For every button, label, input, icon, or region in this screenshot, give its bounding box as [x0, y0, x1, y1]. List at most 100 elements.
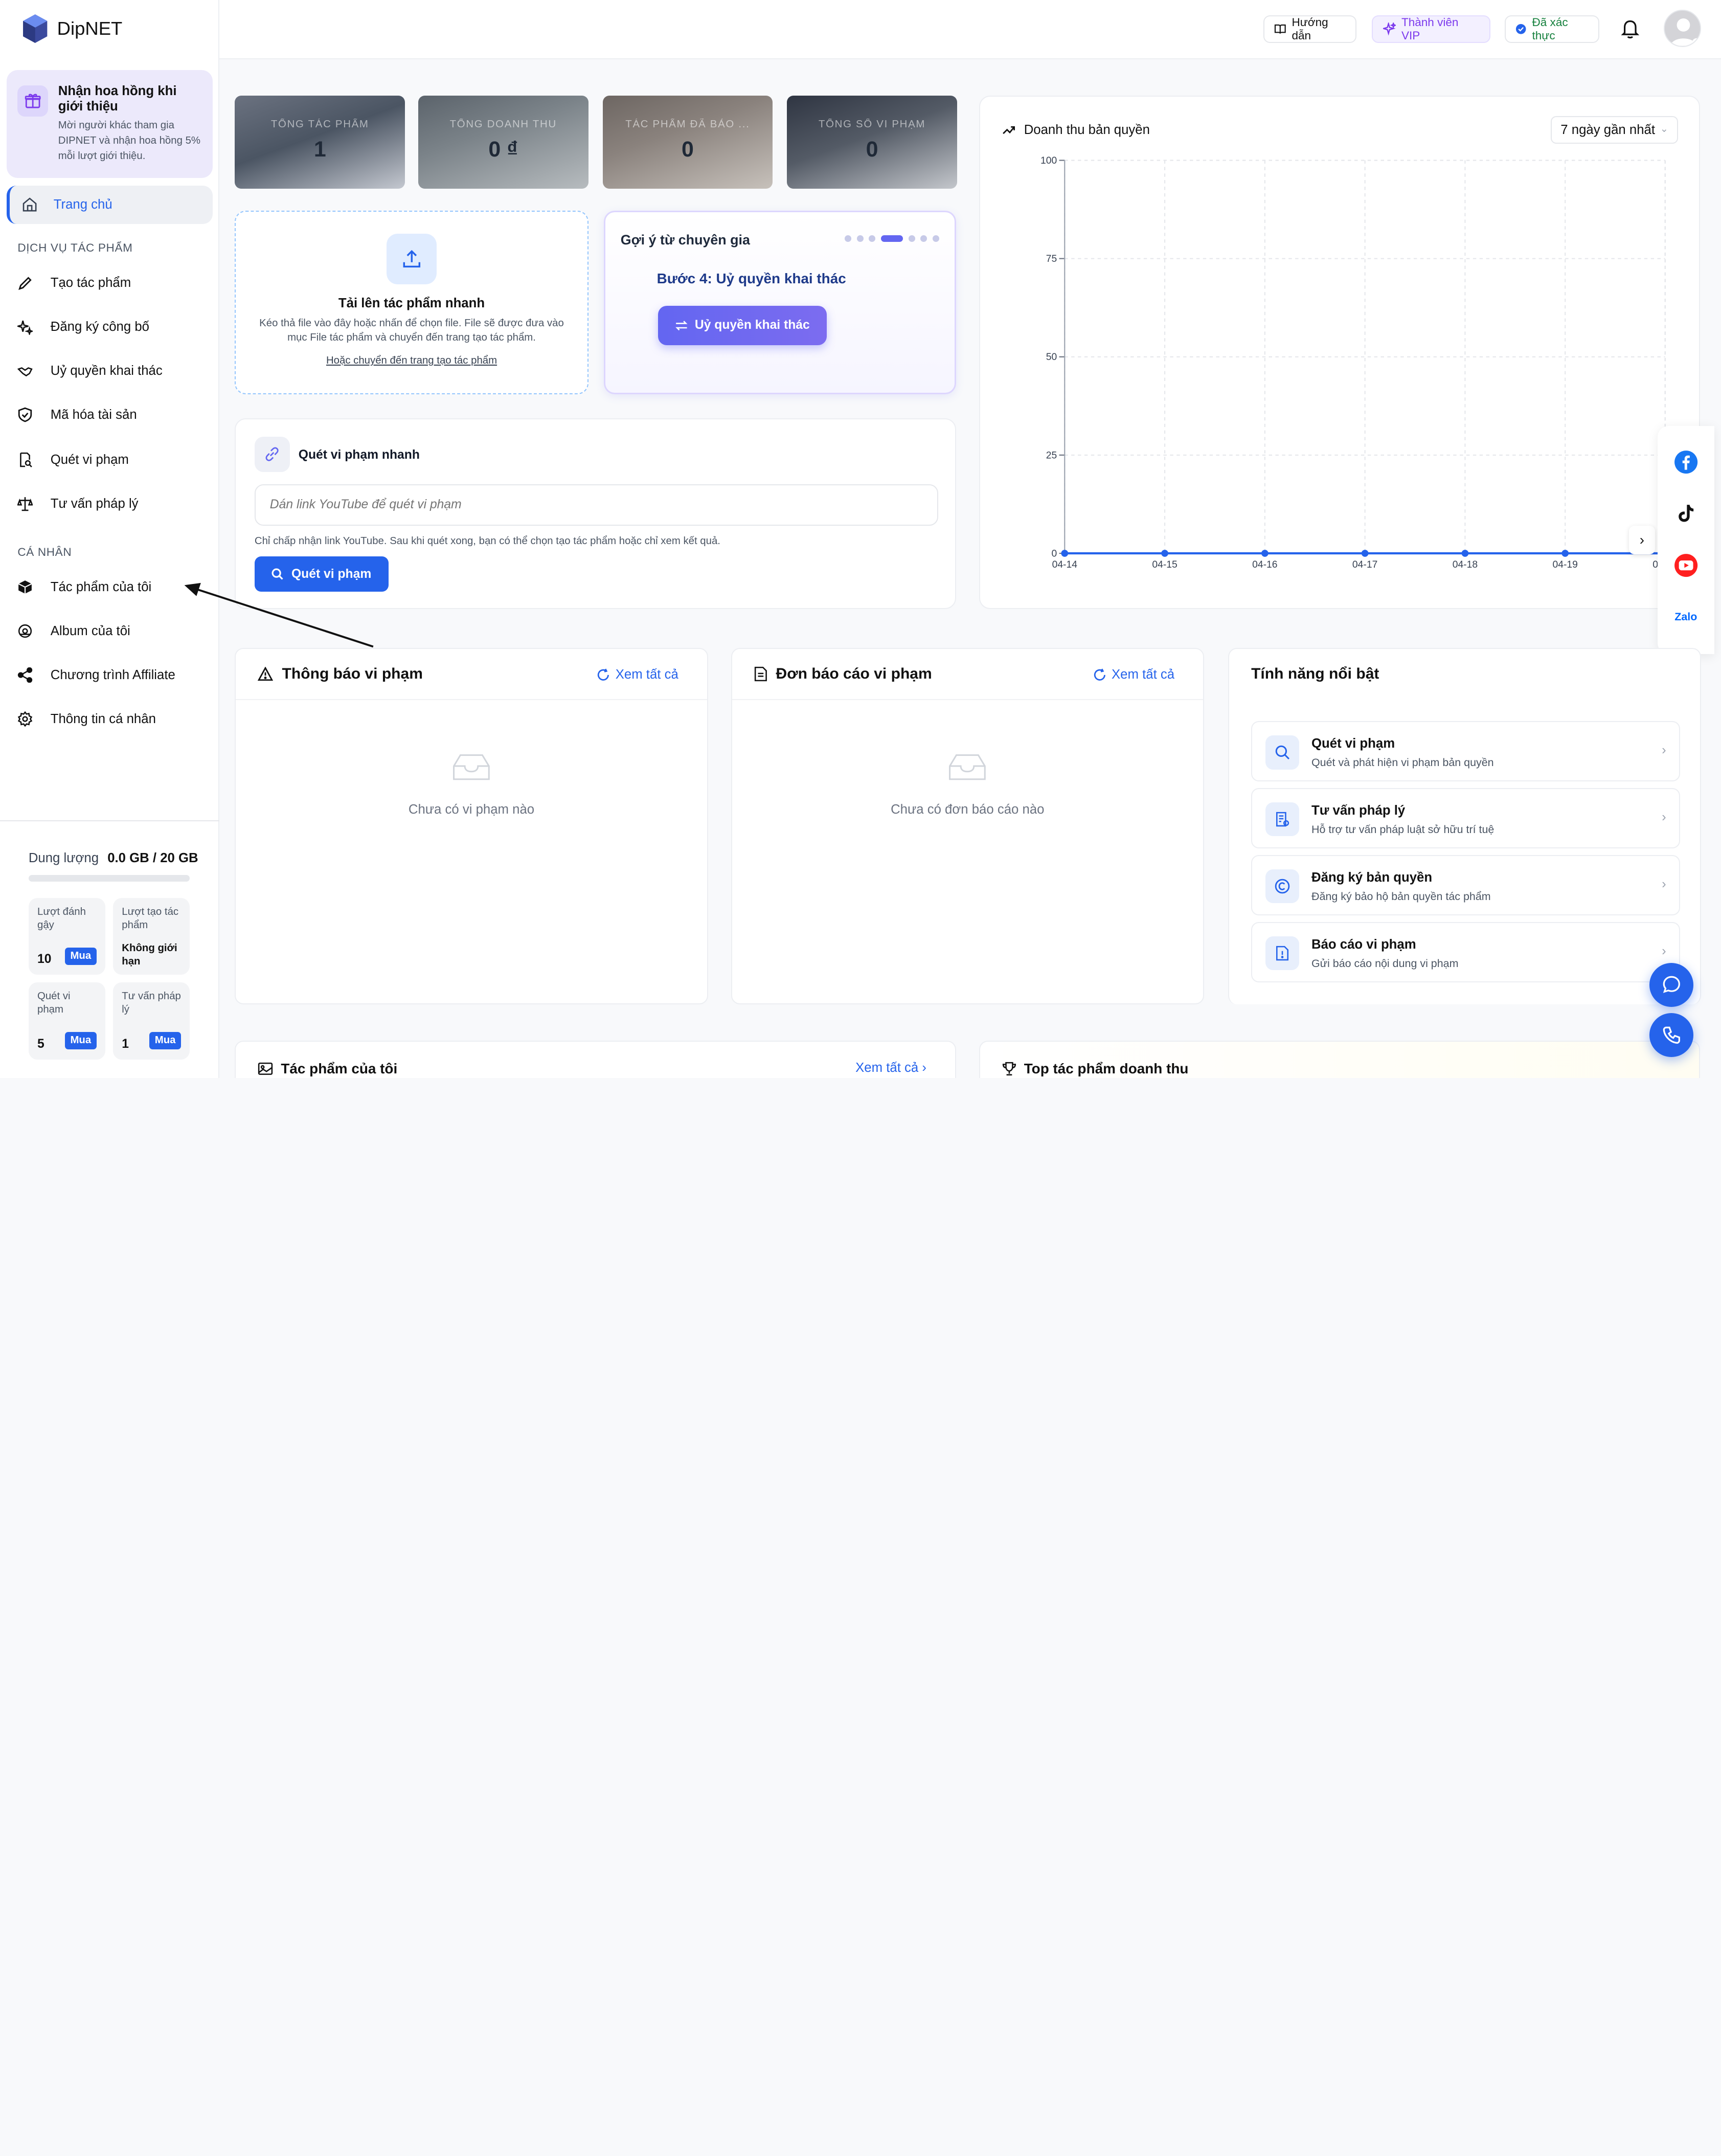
carousel-dot[interactable]: [856, 235, 864, 242]
feature-desc: Quét và phát hiện vi phạm bản quyền: [1311, 756, 1494, 769]
carousel-dot[interactable]: [920, 235, 927, 242]
verified-badge[interactable]: Đã xác thực: [1505, 15, 1599, 43]
sidebar-item-tokenize[interactable]: Mã hóa tài sản: [17, 407, 137, 422]
feature-desc: Gửi báo cáo nội dung vi phạm: [1311, 957, 1459, 970]
quick-scan-panel: Quét vi phạm nhanh Chỉ chấp nhận link Yo…: [235, 418, 956, 610]
my-works-see-all-link[interactable]: Xem tất cả ›: [855, 1061, 926, 1075]
user-avatar[interactable]: [1664, 10, 1702, 48]
violations-header: Thông báo vi phạm: [258, 665, 423, 683]
promo-description: Mời người khác tham gia DIPNET và nhận h…: [58, 119, 201, 162]
empty-inbox-icon: [949, 754, 986, 780]
feature-item-scan[interactable]: Quét vi phạm Quét và phát hiện vi phạm b…: [1251, 721, 1681, 782]
x-tick-label: 04-18: [1453, 559, 1478, 570]
logo[interactable]: DipNET: [22, 13, 122, 44]
trophy-icon: [1002, 1062, 1016, 1075]
sidebar-item-create-work[interactable]: Tạo tác phẩm: [17, 276, 131, 291]
carousel-dot[interactable]: [932, 235, 939, 242]
sidebar-item-label: Tác phẩm của tôi: [50, 579, 152, 594]
feature-desc: Hỗ trợ tư vấn pháp luật sở hữu trí tuệ: [1311, 823, 1494, 836]
top-works-card: Top tác phẩm doanh thu: [979, 1041, 1701, 1079]
revenue-chart-card: Doanh thu bản quyền 7 ngày gần nhất ⌄ 02…: [979, 95, 1701, 610]
copyright-icon: [1265, 869, 1300, 904]
youtube-icon[interactable]: [1674, 553, 1698, 577]
section-title-personal: CÁ NHÂN: [17, 545, 72, 558]
section-title-services: DỊCH VỤ TÁC PHẨM: [17, 241, 133, 255]
buy-legal-button[interactable]: Mua: [149, 1031, 182, 1050]
scan-button[interactable]: Quét vi phạm: [254, 556, 389, 592]
zalo-icon[interactable]: Zalo: [1674, 605, 1698, 629]
sidebar-item-album[interactable]: Album của tôi: [17, 623, 130, 639]
data-point: [1461, 549, 1469, 557]
feature-item-report[interactable]: Báo cáo vi phạm Gửi báo cáo nội dung vi …: [1251, 922, 1681, 983]
sidebar-item-my-works[interactable]: Tác phẩm của tôi: [17, 579, 151, 595]
quota-card-strikes: Lượt đánh gậy 10 Mua: [28, 898, 106, 975]
tiktok-icon[interactable]: [1674, 502, 1698, 526]
buy-scans-button[interactable]: Mua: [64, 1031, 97, 1050]
scan-title: Quét vi phạm nhanh: [298, 447, 420, 462]
violations-see-all-link[interactable]: Xem tất cả: [597, 667, 678, 682]
sidebar-item-register[interactable]: Đăng ký công bố: [17, 320, 149, 335]
sidebar-item-label: Tạo tác phẩm: [50, 276, 131, 290]
authorize-button-label: Uỷ quyền khai thác: [694, 318, 810, 332]
sidebar-item-legal[interactable]: Tư vấn pháp lý: [17, 496, 139, 511]
social-float-bar: Zalo: [1657, 425, 1715, 655]
book-icon: [1275, 24, 1286, 34]
search-icon: [1265, 735, 1300, 770]
stat-value: 1: [313, 137, 326, 162]
feature-item-legal[interactable]: Tư vấn pháp lý Hỗ trợ tư vấn pháp luật s…: [1251, 788, 1681, 849]
sidebar-item-profile[interactable]: Thông tin cá nhân: [17, 711, 156, 727]
feature-title: Báo cáo vi phạm: [1311, 937, 1416, 952]
x-tick-label: 04-16: [1252, 559, 1277, 570]
reports-see-all-link[interactable]: Xem tất cả: [1093, 667, 1174, 682]
stat-label: TÁC PHẨM ĐÃ BẢO ...: [625, 118, 750, 130]
balance-icon: [17, 496, 33, 511]
youtube-link-input[interactable]: [254, 484, 939, 526]
carousel-dot[interactable]: [869, 235, 876, 242]
referral-promo[interactable]: Nhận hoa hồng khi giới thiệu Mời người k…: [6, 70, 213, 178]
sidebar-item-authorize[interactable]: Uỷ quyền khai thác: [17, 364, 163, 379]
chat-button[interactable]: [1649, 962, 1694, 1007]
legal-document-icon: [1265, 802, 1300, 837]
sidebar-item-label: Tư vấn pháp lý: [50, 496, 139, 511]
authorize-button[interactable]: Uỷ quyền khai thác: [658, 305, 827, 345]
scan-button-label: Quét vi phạm: [291, 567, 372, 581]
vip-button[interactable]: Thành viên VIP: [1372, 15, 1491, 43]
stat-card-total-violations: TỔNG SỐ VI PHẠM 0: [787, 95, 957, 189]
stat-value: 0: [866, 137, 878, 162]
data-point: [1361, 549, 1369, 557]
quick-upload-dropzone[interactable]: Tải lên tác phẩm nhanh Kéo thả file vào …: [235, 211, 588, 394]
expert-tips-card: Gợi ý từ chuyên gia Bước 4: Uỷ quyền kha…: [603, 211, 956, 394]
notification-bell-icon[interactable]: [1620, 17, 1640, 44]
guide-button[interactable]: Hướng dẫn: [1263, 15, 1357, 43]
app-name: DipNET: [57, 17, 123, 39]
carousel-dot-active[interactable]: [881, 235, 903, 242]
sidebar-item-affiliate[interactable]: Chương trình Affiliate: [17, 667, 175, 683]
facebook-icon[interactable]: [1674, 450, 1698, 474]
carousel-dot[interactable]: [845, 235, 852, 242]
y-tick-label: 75: [1046, 254, 1057, 264]
chart-next-arrow-icon[interactable]: ›: [1628, 526, 1656, 555]
carousel-dot[interactable]: [908, 235, 915, 242]
verified-check-icon: [1516, 24, 1526, 34]
call-button[interactable]: [1649, 1013, 1694, 1058]
empty-inbox-icon: [453, 754, 490, 780]
storage-label: Dung lượng: [28, 850, 99, 865]
y-tick-label: 50: [1046, 352, 1057, 363]
image-icon: [258, 1062, 273, 1075]
top-works-header: Top tác phẩm doanh thu: [1002, 1061, 1188, 1077]
sidebar-item-label: Uỷ quyền khai thác: [50, 364, 163, 378]
sidebar: DipNET Nhận hoa hồng khi giới thiệu Mời …: [0, 0, 220, 1079]
swap-icon: [675, 320, 688, 330]
sidebar-item-scan[interactable]: Quét vi phạm: [17, 452, 129, 468]
buy-strikes-button[interactable]: Mua: [64, 947, 97, 965]
settings-icon: [17, 711, 33, 727]
home-icon: [23, 197, 37, 212]
create-work-link[interactable]: Hoặc chuyển đến trang tạo tác phẩm: [236, 355, 587, 367]
data-point: [1161, 549, 1168, 557]
feature-item-copyright[interactable]: Đăng ký bản quyền Đăng ký bảo hộ bản quy…: [1251, 855, 1681, 916]
chat-bubble-icon: [1663, 976, 1681, 993]
feature-desc: Đăng ký bảo hộ bản quyền tác phẩm: [1311, 890, 1491, 903]
quota-card-legal: Tư vấn pháp lý 1 Mua: [113, 982, 190, 1060]
verified-label: Đã xác thực: [1532, 15, 1568, 42]
sidebar-item-home[interactable]: Trang chủ: [6, 185, 213, 224]
